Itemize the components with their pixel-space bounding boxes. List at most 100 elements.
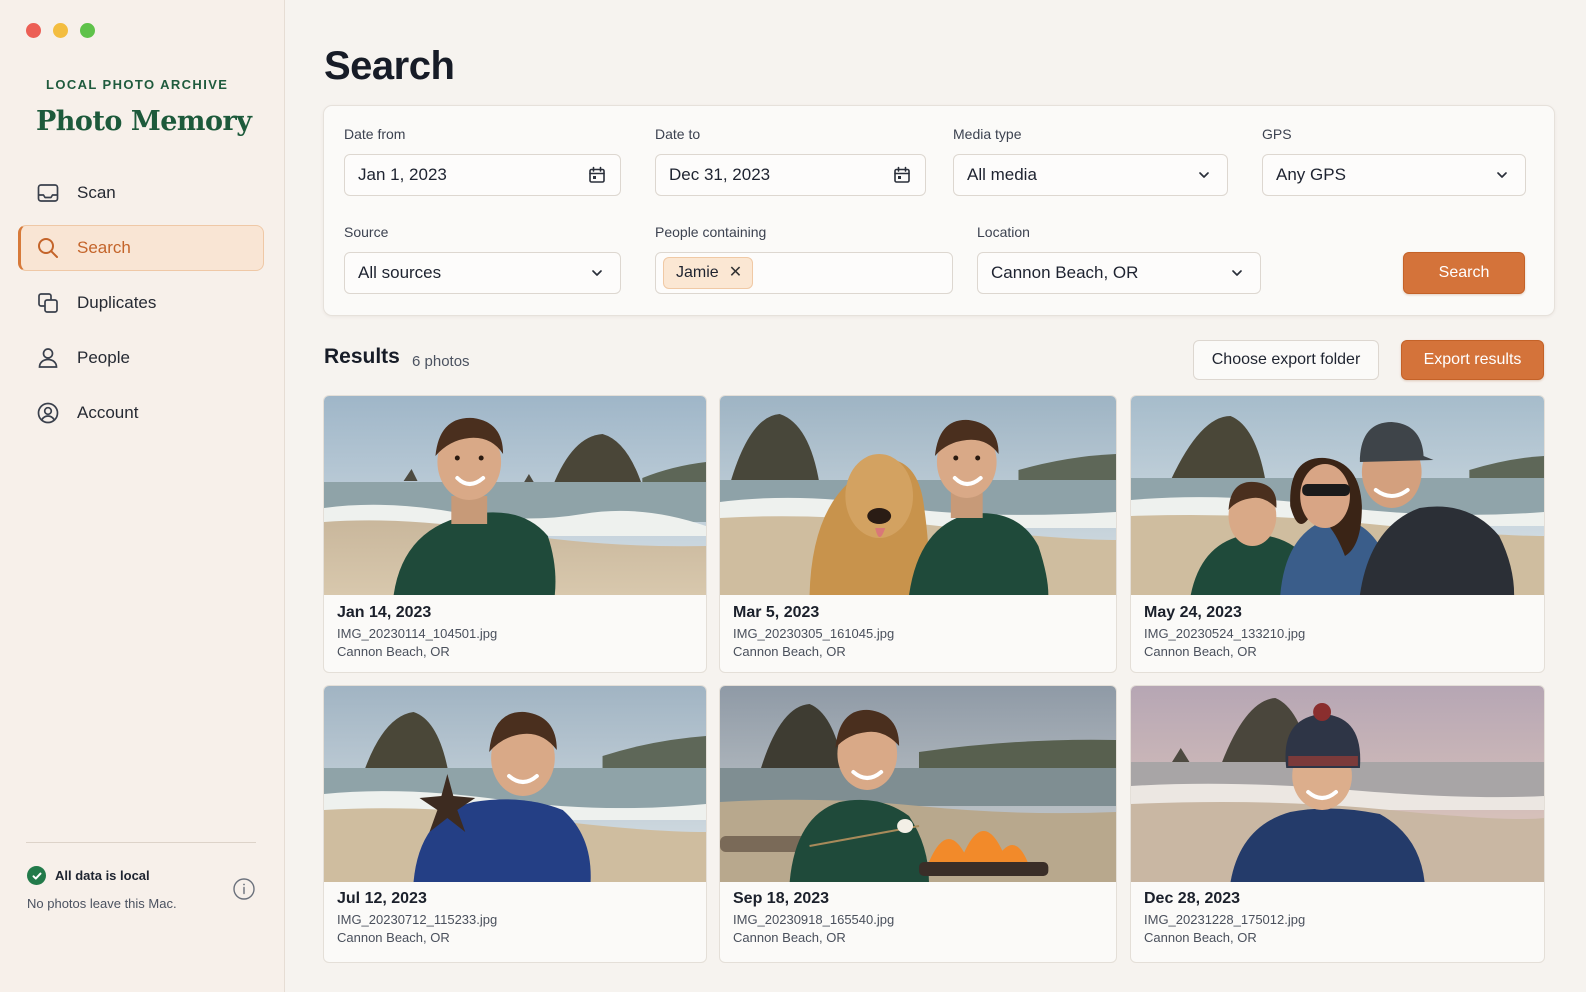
photo-location: Cannon Beach, OR — [337, 644, 450, 659]
photo-location: Cannon Beach, OR — [1144, 644, 1257, 659]
results-title: Results — [324, 345, 400, 368]
media-type-label: Media type — [953, 126, 1022, 142]
sidebar-item-duplicates[interactable]: Duplicates — [18, 280, 264, 326]
main-content: Search Date from Date to Media type GPS … — [285, 0, 1586, 992]
tray-icon — [35, 180, 61, 206]
photo-filename: IMG_20230114_104501.jpg — [337, 626, 498, 641]
photo-meta: Dec 28, 2023 IMG_20231228_175012.jpg Can… — [1144, 890, 1305, 945]
media-type-select[interactable]: All media — [953, 154, 1228, 196]
date-from-label: Date from — [344, 126, 406, 142]
info-icon[interactable] — [233, 878, 255, 905]
sidebar: LOCAL PHOTO ARCHIVE Photo Memory Scan Se… — [0, 0, 285, 992]
calendar-icon[interactable] — [586, 164, 608, 186]
duplicates-icon — [35, 290, 61, 316]
location-value: Cannon Beach, OR — [991, 263, 1139, 282]
people-label: People containing — [655, 224, 767, 240]
gps-value: Any GPS — [1276, 165, 1346, 184]
sidebar-item-people[interactable]: People — [18, 335, 264, 381]
photo-card[interactable]: Jan 14, 2023 IMG_20230114_104501.jpg Can… — [323, 395, 707, 673]
person-chip[interactable]: Jamie ✕ — [663, 257, 754, 289]
photo-filename: IMG_20230918_165540.jpg — [733, 912, 895, 927]
date-to-label: Date to — [655, 126, 701, 142]
window-controls — [26, 23, 95, 38]
photo-location: Cannon Beach, OR — [733, 930, 846, 945]
chevron-down-icon — [1226, 262, 1248, 284]
photo-date: Jul 12, 2023 — [337, 890, 427, 907]
local-status-title: All data is local — [55, 868, 150, 883]
location-select[interactable]: Cannon Beach, OR — [977, 252, 1261, 294]
photo-date: May 24, 2023 — [1144, 604, 1242, 621]
photo-thumbnail[interactable] — [1131, 396, 1544, 595]
photo-date: Sep 18, 2023 — [733, 890, 830, 907]
export-results-button[interactable]: Export results — [1401, 340, 1544, 380]
sidebar-item-label: People — [77, 348, 130, 367]
choose-export-folder-button[interactable]: Choose export folder — [1193, 340, 1379, 380]
photo-thumbnail[interactable] — [324, 686, 706, 882]
photo-card[interactable]: Sep 18, 2023 IMG_20230918_165540.jpg Can… — [719, 685, 1117, 963]
photo-filename: IMG_20230524_133210.jpg — [1144, 626, 1306, 641]
search-icon — [35, 235, 61, 261]
local-status-description: No photos leave this Mac. — [27, 896, 177, 911]
photo-location: Cannon Beach, OR — [337, 930, 450, 945]
search-button[interactable]: Search — [1403, 252, 1525, 294]
photo-thumbnail[interactable] — [324, 396, 706, 595]
photo-filename: IMG_20230305_161045.jpg — [733, 626, 895, 641]
photo-meta: Jul 12, 2023 IMG_20230712_115233.jpg Can… — [337, 890, 497, 945]
results-count: 6 photos — [412, 353, 470, 370]
gps-select[interactable]: Any GPS — [1262, 154, 1526, 196]
photo-date: Dec 28, 2023 — [1144, 890, 1241, 907]
photo-card[interactable]: Dec 28, 2023 IMG_20231228_175012.jpg Can… — [1130, 685, 1545, 963]
media-type-value: All media — [967, 165, 1037, 184]
people-input[interactable]: Jamie ✕ — [655, 252, 953, 294]
account-icon — [35, 400, 61, 426]
sidebar-item-label: Scan — [77, 183, 116, 202]
sidebar-divider — [26, 842, 256, 843]
photo-date: Jan 14, 2023 — [337, 604, 432, 621]
date-to-field[interactable]: Dec 31, 2023 — [655, 154, 926, 196]
date-from-value: Jan 1, 2023 — [358, 165, 447, 184]
photo-filename: IMG_20230712_115233.jpg — [337, 912, 498, 927]
search-filters-panel: Date from Date to Media type GPS Jan 1, … — [323, 105, 1555, 316]
chevron-down-icon — [1193, 164, 1215, 186]
photo-thumbnail[interactable] — [720, 686, 1116, 882]
brand-title: Photo Memory — [36, 106, 252, 137]
photo-meta: Sep 18, 2023 IMG_20230918_165540.jpg Can… — [733, 890, 894, 945]
photo-thumbnail[interactable] — [1131, 686, 1544, 882]
sidebar-item-search[interactable]: Search — [18, 225, 264, 271]
photo-card[interactable]: May 24, 2023 IMG_20230524_133210.jpg Can… — [1130, 395, 1545, 673]
close-window-button[interactable] — [26, 23, 41, 38]
zoom-window-button[interactable] — [80, 23, 95, 38]
remove-chip-icon[interactable]: ✕ — [729, 265, 742, 281]
source-select[interactable]: All sources — [344, 252, 621, 294]
date-from-field[interactable]: Jan 1, 2023 — [344, 154, 621, 196]
photo-card[interactable]: Jul 12, 2023 IMG_20230712_115233.jpg Can… — [323, 685, 707, 963]
person-icon — [35, 345, 61, 371]
sidebar-item-account[interactable]: Account — [18, 390, 264, 436]
source-value: All sources — [358, 263, 442, 282]
photo-card[interactable]: Mar 5, 2023 IMG_20230305_161045.jpg Cann… — [719, 395, 1117, 673]
photo-thumbnail[interactable] — [720, 396, 1116, 595]
sidebar-item-label: Search — [77, 238, 131, 257]
sidebar-nav: Scan Search Duplicates People Account — [18, 170, 264, 445]
photo-meta: Jan 14, 2023 IMG_20230114_104501.jpg Can… — [337, 604, 497, 659]
calendar-icon[interactable] — [891, 164, 913, 186]
photo-filename: IMG_20231228_175012.jpg — [1144, 912, 1306, 927]
check-icon — [27, 866, 46, 885]
sidebar-item-label: Account — [77, 403, 139, 422]
photo-date: Mar 5, 2023 — [733, 604, 820, 621]
page-title: Search — [324, 44, 455, 88]
brand-subtitle: LOCAL PHOTO ARCHIVE — [46, 77, 229, 92]
photo-meta: May 24, 2023 IMG_20230524_133210.jpg Can… — [1144, 604, 1305, 659]
chevron-down-icon — [1491, 164, 1513, 186]
sidebar-item-label: Duplicates — [77, 293, 157, 312]
gps-label: GPS — [1262, 126, 1292, 142]
date-to-value: Dec 31, 2023 — [669, 165, 771, 184]
location-label: Location — [977, 224, 1030, 240]
chevron-down-icon — [586, 262, 608, 284]
photo-location: Cannon Beach, OR — [1144, 930, 1257, 945]
local-data-status: All data is local — [27, 866, 150, 885]
minimize-window-button[interactable] — [53, 23, 68, 38]
sidebar-item-scan[interactable]: Scan — [18, 170, 264, 216]
photo-meta: Mar 5, 2023 IMG_20230305_161045.jpg Cann… — [733, 604, 894, 659]
person-chip-label: Jamie — [676, 264, 719, 281]
